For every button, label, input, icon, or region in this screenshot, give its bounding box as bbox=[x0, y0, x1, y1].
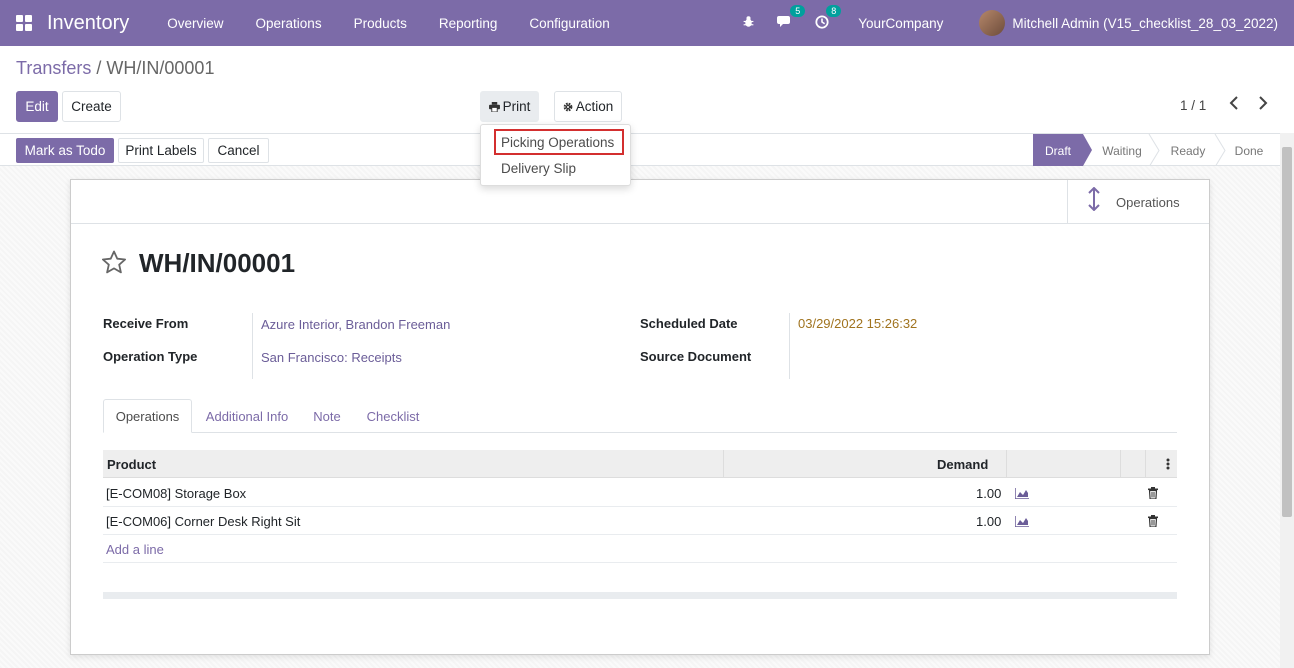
tab-additional-info[interactable]: Additional Info bbox=[197, 399, 297, 433]
menu-products[interactable]: Products bbox=[338, 16, 423, 31]
cancel-button[interactable]: Cancel bbox=[208, 138, 269, 163]
scheduled-date-label: Scheduled Date bbox=[640, 316, 738, 331]
receive-from-field[interactable]: Azure Interior, Brandon Freeman bbox=[261, 317, 450, 332]
add-line-link[interactable]: Add a line bbox=[106, 535, 164, 563]
print-label: Print bbox=[502, 99, 531, 114]
debug-bug-icon[interactable] bbox=[742, 15, 755, 31]
top-navbar: Inventory Overview Operations Products R… bbox=[0, 0, 1294, 46]
statusbar: Mark as Todo Print Labels Cancel Draft W… bbox=[0, 133, 1294, 167]
stage-divider bbox=[1214, 134, 1226, 167]
row-product: [E-COM06] Corner Desk Right Sit bbox=[106, 513, 301, 529]
form-sheet: Operations WH/IN/00001 Receive From Azur… bbox=[70, 179, 1210, 655]
stage-ready: Ready bbox=[1170, 143, 1206, 158]
field-divider bbox=[789, 313, 790, 379]
messages-badge: 5 bbox=[790, 4, 806, 17]
forecast-chart-icon[interactable] bbox=[1015, 479, 1029, 507]
tab-checklist[interactable]: Checklist bbox=[357, 399, 429, 433]
app-name[interactable]: Inventory bbox=[47, 12, 129, 35]
breadcrumb-transfers[interactable]: Transfers bbox=[16, 58, 91, 78]
table-row[interactable]: [E-COM06] Corner Desk Right Sit 1.00 bbox=[103, 507, 1177, 535]
add-line-row: Add a line bbox=[103, 535, 1177, 563]
pager-next-icon[interactable] bbox=[1258, 96, 1268, 115]
scheduled-date-field[interactable]: 03/29/2022 15:26:32 bbox=[798, 316, 917, 331]
row-product: [E-COM08] Storage Box bbox=[106, 485, 247, 501]
stage-waiting: Waiting bbox=[1102, 143, 1142, 158]
print-dropdown-menu: Picking Operations Delivery Slip bbox=[480, 124, 631, 186]
source-document-label: Source Document bbox=[640, 349, 752, 364]
tab-operations[interactable]: Operations bbox=[103, 399, 192, 433]
menu-reporting[interactable]: Reporting bbox=[423, 16, 514, 31]
table-footer bbox=[103, 592, 1177, 599]
column-divider bbox=[1145, 450, 1146, 478]
column-divider bbox=[723, 450, 724, 478]
forecast-chart-icon[interactable] bbox=[1015, 507, 1029, 535]
optional-columns-icon[interactable] bbox=[1166, 450, 1170, 478]
scrollbar[interactable] bbox=[1280, 133, 1294, 668]
stage-draft-arrow bbox=[1083, 134, 1092, 166]
mark-as-todo-button[interactable]: Mark as Todo bbox=[16, 138, 114, 163]
table-header: Product Demand bbox=[103, 450, 1177, 478]
stage-divider bbox=[1148, 134, 1160, 167]
messages-icon[interactable]: 5 bbox=[777, 4, 806, 32]
gear-icon bbox=[563, 102, 573, 111]
create-button[interactable]: Create bbox=[62, 91, 121, 122]
print-labels-button[interactable]: Print Labels bbox=[118, 138, 204, 163]
row-demand: 1.00 bbox=[976, 485, 1002, 501]
menu-operations[interactable]: Operations bbox=[240, 16, 338, 31]
apps-menu-icon[interactable] bbox=[16, 15, 32, 31]
action-button[interactable]: Action bbox=[554, 91, 622, 122]
arrows-vertical-icon bbox=[1086, 186, 1102, 217]
notebook-tabs: Operations Additional Info Note Checklis… bbox=[103, 399, 1177, 433]
column-divider bbox=[1120, 450, 1121, 478]
button-box: Operations bbox=[71, 180, 1209, 224]
scrollbar-thumb[interactable] bbox=[1282, 147, 1292, 517]
delivery-slip-item[interactable]: Delivery Slip bbox=[501, 161, 576, 176]
row-demand: 1.00 bbox=[976, 513, 1002, 529]
stage-draft: Draft bbox=[1033, 134, 1083, 167]
activities-badge: 8 bbox=[826, 4, 842, 17]
pager-previous-icon[interactable] bbox=[1229, 96, 1239, 115]
activities-clock-icon[interactable]: 8 bbox=[815, 4, 842, 32]
breadcrumb-current: WH/IN/00001 bbox=[106, 58, 215, 78]
operation-type-label: Operation Type bbox=[103, 349, 198, 364]
breadcrumb-separator: / bbox=[96, 58, 102, 78]
column-divider bbox=[1006, 450, 1007, 478]
table-row[interactable]: [E-COM08] Storage Box 1.00 bbox=[103, 479, 1177, 507]
company-switcher[interactable]: YourCompany bbox=[858, 16, 943, 31]
pager-value[interactable]: 1 / 1 bbox=[1180, 98, 1206, 113]
picking-operations-item[interactable]: Picking Operations bbox=[501, 135, 614, 150]
operations-smart-button[interactable]: Operations bbox=[1067, 180, 1209, 224]
column-product[interactable]: Product bbox=[107, 450, 156, 478]
menu-configuration[interactable]: Configuration bbox=[513, 16, 625, 31]
menu-overview[interactable]: Overview bbox=[151, 16, 239, 31]
field-divider bbox=[252, 313, 253, 379]
receive-from-label: Receive From bbox=[103, 316, 189, 331]
operation-type-field[interactable]: San Francisco: Receipts bbox=[261, 350, 402, 365]
record-title: WH/IN/00001 bbox=[139, 248, 296, 278]
favorite-star-icon[interactable] bbox=[101, 250, 127, 281]
column-demand[interactable]: Demand bbox=[937, 450, 988, 478]
smart-button-label: Operations bbox=[1116, 194, 1180, 210]
user-menu[interactable]: Mitchell Admin (V15_checklist_28_03_2022… bbox=[1012, 16, 1278, 31]
stage-done: Done bbox=[1234, 143, 1264, 158]
tab-note[interactable]: Note bbox=[303, 399, 351, 433]
delete-row-icon[interactable] bbox=[1148, 507, 1158, 535]
edit-button[interactable]: Edit bbox=[16, 91, 58, 122]
breadcrumb: Transfers / WH/IN/00001 bbox=[16, 58, 214, 79]
action-label: Action bbox=[575, 99, 614, 114]
delete-row-icon[interactable] bbox=[1148, 479, 1158, 507]
print-button[interactable]: Print bbox=[480, 91, 539, 122]
printer-icon bbox=[488, 101, 500, 112]
user-avatar[interactable] bbox=[979, 10, 1006, 36]
